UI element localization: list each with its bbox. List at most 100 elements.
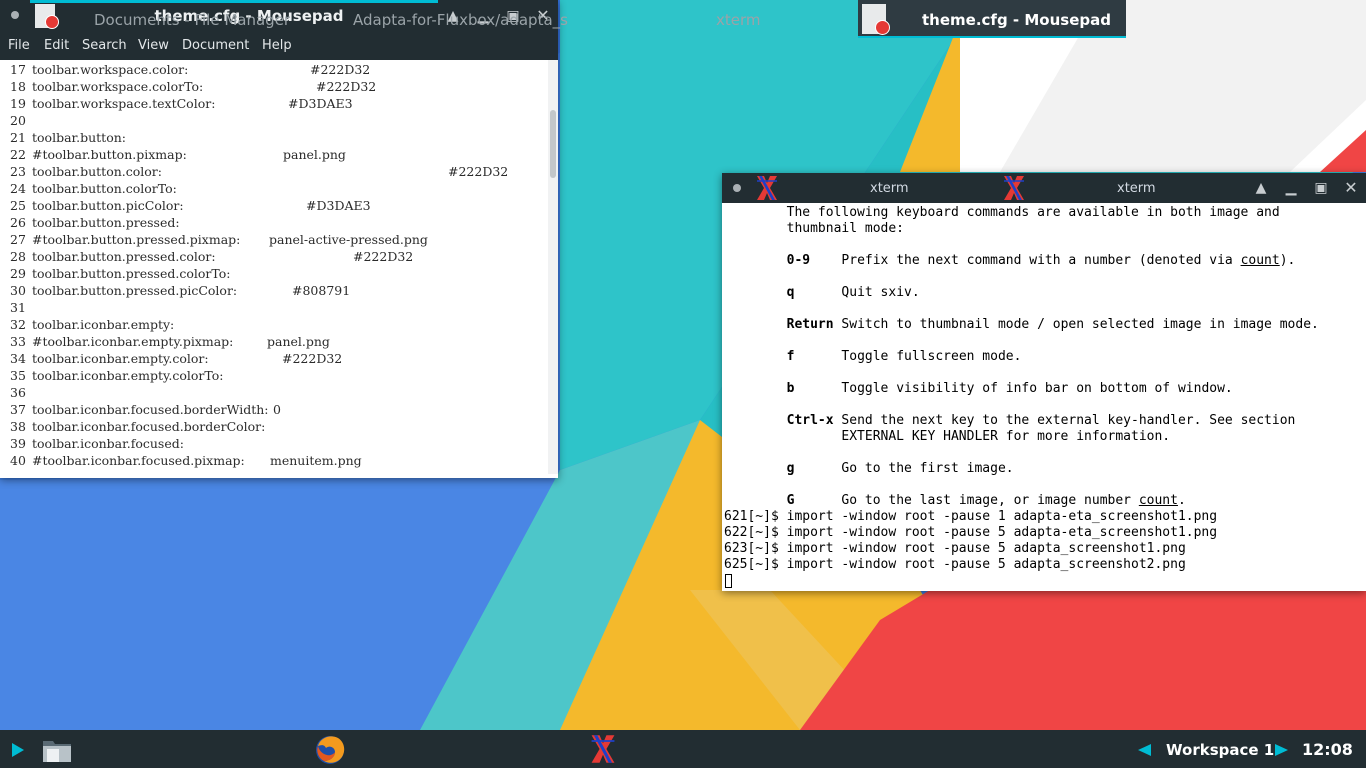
menu-edit[interactable]: Edit (44, 38, 69, 53)
config-key: toolbar.button.pressed: (32, 215, 180, 230)
config-value: #D3DAE3 (288, 96, 353, 111)
terminal-text: Prefix the next command with a number (d… (810, 253, 1241, 268)
minimize-button[interactable]: ▁ (1280, 177, 1302, 199)
line-number: 39 (10, 436, 26, 451)
config-key: toolbar.iconbar.empty.colorTo: (32, 368, 224, 383)
prev-workspace-arrow-icon[interactable] (1138, 744, 1151, 756)
line-number: 21 (10, 130, 26, 145)
xterm-title-left: xterm (870, 181, 909, 196)
menu-search[interactable]: Search (82, 38, 127, 53)
line-number: 31 (10, 300, 26, 315)
line-number: 25 (10, 198, 26, 213)
line-number: 28 (10, 249, 26, 264)
underlined-term: count (1138, 493, 1178, 508)
mousepad-window[interactable]: theme.cfg - Mousepad ▲ ▁ ▣ ✕ File Edit S… (0, 0, 558, 478)
terminal-text: Quit sxiv. (794, 285, 920, 300)
terminal-text: Switch to thumbnail mode / open selected… (833, 317, 1319, 332)
line-number: 20 (10, 113, 26, 128)
xterm-window[interactable]: xterm xterm ▲ ▁ ▣ ✕ The following keyboa… (722, 173, 1366, 591)
terminal-cursor (725, 574, 732, 588)
xterm-titlebar[interactable]: xterm xterm ▲ ▁ ▣ ✕ (722, 173, 1366, 203)
menu-help[interactable]: Help (262, 38, 292, 53)
terminal-line: 625[~]$ import -window root -pause 5 ada… (724, 557, 1186, 573)
terminal-line: 621[~]$ import -window root -pause 1 ada… (724, 509, 1217, 525)
firefox-icon (316, 736, 345, 764)
task-firefox[interactable]: Adapta-for-Fluxbox/adapta_s (340, 0, 572, 38)
task-mousepad[interactable]: theme.cfg - Mousepad (858, 0, 1126, 38)
maximize-button[interactable]: ▣ (1310, 177, 1332, 199)
vertical-scrollbar[interactable] (548, 60, 558, 474)
config-key: toolbar.workspace.colorTo: (32, 79, 204, 94)
config-key: toolbar.button.pressed.colorTo: (32, 266, 231, 281)
terminal-line: g Go to the first image. (724, 461, 1014, 477)
shade-button[interactable]: ▲ (1250, 177, 1272, 199)
line-number: 17 (10, 62, 26, 77)
config-key: toolbar.button.color: (32, 164, 162, 179)
terminal-text: Toggle visibility of info bar on bottom … (794, 381, 1233, 396)
terminal-line: 623[~]$ import -window root -pause 5 ada… (724, 541, 1186, 557)
terminal-output[interactable]: The following keyboard commands are avai… (722, 203, 1366, 591)
terminal-line: Return Switch to thumbnail mode / open s… (724, 317, 1319, 333)
task-file-manager[interactable]: Documents - File Manager (80, 0, 302, 38)
line-number: 23 (10, 164, 26, 179)
line-number: 30 (10, 283, 26, 298)
config-value: #D3DAE3 (306, 198, 371, 213)
line-number: 34 (10, 351, 26, 366)
config-value: #222D32 (353, 249, 414, 264)
line-number: 33 (10, 334, 26, 349)
line-number: 32 (10, 317, 26, 332)
config-key: toolbar.button: (32, 130, 126, 145)
config-key: toolbar.iconbar.focused.borderWidth: (32, 402, 269, 417)
line-number: 35 (10, 368, 26, 383)
close-button[interactable]: ✕ (1340, 177, 1362, 199)
xterm-icon (1004, 176, 1024, 200)
task-label: Adapta-for-Fluxbox/adapta_s (353, 11, 568, 29)
line-number: 26 (10, 215, 26, 230)
line-number: 27 (10, 232, 26, 247)
line-number: 19 (10, 96, 26, 111)
menu-view[interactable]: View (138, 38, 169, 53)
clock: 12:08 (1302, 740, 1353, 759)
text-editor-area[interactable]: 17 toolbar.workspace.color: #222D32 18 toolb… (0, 60, 548, 474)
config-value: #808791 (292, 283, 351, 298)
config-key: toolbar.iconbar.empty: (32, 317, 175, 332)
terminal-line: 622[~]$ import -window root -pause 5 ada… (724, 525, 1217, 541)
root-menu-arrow-icon[interactable] (12, 743, 24, 757)
command-key: Ctrl-x (786, 413, 834, 428)
terminal-text: Toggle fullscreen mode. (794, 349, 1022, 364)
scrollbar-thumb[interactable] (550, 110, 556, 178)
terminal-text: The following keyboard commands are avai… (724, 205, 1280, 220)
next-workspace-arrow-icon[interactable] (1275, 744, 1288, 756)
line-number: 24 (10, 181, 26, 196)
terminal-text: 623[~]$ import -window root -pause 5 ada… (724, 541, 1186, 556)
menu-document[interactable]: Document (182, 38, 249, 53)
config-value: panel-active-pressed.png (269, 232, 428, 247)
task-label: xterm (716, 11, 761, 29)
workspace-name[interactable]: Workspace 1 (1166, 741, 1274, 759)
task-xterm[interactable]: xterm (620, 0, 850, 38)
config-key: toolbar.workspace.color: (32, 62, 189, 77)
config-key: toolbar.iconbar.focused.borderColor: (32, 419, 266, 434)
underlined-term: count (1240, 253, 1280, 268)
line-number: 40 (10, 453, 26, 468)
terminal-text: 622[~]$ import -window root -pause 5 ada… (724, 525, 1218, 540)
line-number: 38 (10, 419, 26, 434)
terminal-line: Ctrl-x Send the next key to the external… (724, 413, 1296, 429)
config-value: #222D32 (316, 79, 377, 94)
line-number: 29 (10, 266, 26, 281)
terminal-text: EXTERNAL KEY HANDLER for more informatio… (724, 429, 1171, 444)
terminal-text: thumbnail mode: (724, 221, 905, 236)
terminal-line: b Toggle visibility of info bar on botto… (724, 381, 1233, 397)
terminal-line: 0-9 Prefix the next command with a numbe… (724, 253, 1296, 269)
xterm-title-right: xterm (1117, 181, 1156, 196)
terminal-line: G Go to the last image, or image number … (724, 493, 1186, 509)
window-menu-dot-icon[interactable] (733, 184, 741, 192)
task-label: theme.cfg - Mousepad (922, 11, 1111, 29)
menu-file[interactable]: File (8, 38, 30, 53)
